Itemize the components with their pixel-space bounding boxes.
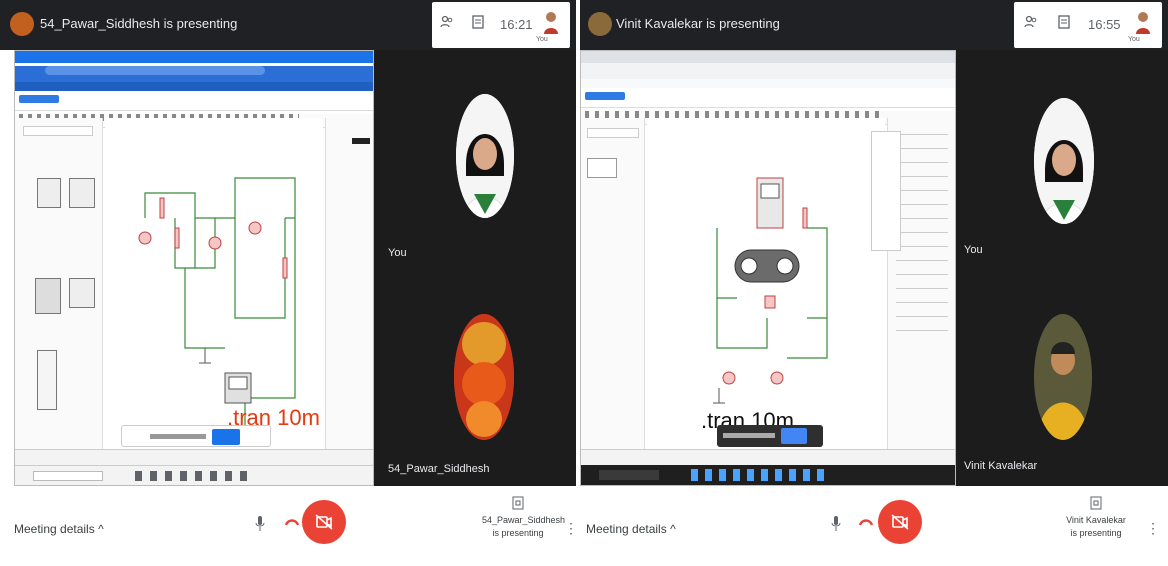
browser-address-bar (581, 63, 955, 79)
present-icon (512, 496, 524, 510)
presenting-indicator[interactable]: Vinit Kavalekar is presenting (1060, 496, 1132, 540)
top-controls: 16:55 You (1014, 2, 1162, 48)
diagram-canvas[interactable]: .tran 10m (105, 118, 323, 468)
meeting-details-label: Meeting details (14, 522, 95, 536)
presenter-title: 54_Pawar_Siddhesh is presenting (40, 16, 238, 31)
browser-tabs (15, 51, 373, 63)
self-avatar (1136, 12, 1150, 34)
tile-label-you: You (388, 247, 407, 259)
people-icon[interactable] (1024, 15, 1038, 32)
screenshot-root: 54_Pawar_Siddhesh is presenting 16:21 Yo… (0, 0, 1168, 566)
meet-window-right: Vinit Kavalekar is presenting 16:55 You (580, 0, 1168, 566)
camera-off-icon (891, 514, 909, 530)
participant-tiles: You 54_Pawar_Siddhesh (374, 50, 576, 486)
presenter-avatar (10, 12, 34, 36)
presenting-suffix: is presenting (492, 528, 544, 538)
chat-icon[interactable] (472, 15, 484, 32)
mic-icon (831, 516, 841, 531)
bottom-bar: Meeting details ^ Vinit Kavalekar is pre… (580, 486, 1168, 566)
shapes-panel (581, 118, 645, 468)
presenting-name: 54_Pawar_Siddhesh (482, 515, 566, 525)
browser-tabs (581, 51, 955, 63)
hangup-icon (859, 519, 873, 526)
presenter-avatar (588, 12, 612, 36)
presenting-indicator[interactable]: 54_Pawar_Siddhesh is presenting (482, 496, 566, 540)
meeting-details-button[interactable]: Meeting details ^ (14, 522, 104, 536)
participant-siddhesh-avatar (454, 314, 514, 440)
page-tabs (15, 449, 373, 465)
clock-time: 16:55 (1088, 17, 1121, 32)
camera-off-button[interactable] (878, 500, 922, 544)
top-bar: Vinit Kavalekar is presenting 16:55 You (580, 0, 1168, 50)
shared-screen: .tran 10m (14, 50, 374, 486)
hangup-icon (285, 519, 299, 526)
participant-you-video (456, 94, 514, 218)
diagram-canvas[interactable]: .tran 10m (647, 118, 885, 468)
windows-taskbar (15, 465, 373, 485)
presenting-suffix: is presenting (1070, 528, 1122, 538)
chevron-up-icon: ^ (98, 522, 104, 536)
stop-sharing-button[interactable] (781, 428, 807, 444)
presenter-title: Vinit Kavalekar is presenting (616, 16, 780, 31)
camera-off-button[interactable] (302, 500, 346, 544)
meet-window-left: 54_Pawar_Siddhesh is presenting 16:21 Yo… (0, 0, 576, 566)
tile-label-other: 54_Pawar_Siddhesh (388, 463, 490, 475)
self-label: You (536, 36, 548, 43)
present-icon (1090, 496, 1102, 510)
participant-tiles: You Vinit Kavalekar (956, 50, 1168, 486)
format-panel (325, 118, 373, 468)
mic-icon (255, 516, 265, 531)
tile-label-you: You (964, 244, 983, 256)
meeting-details-button[interactable]: Meeting details ^ (586, 522, 676, 536)
screen-share-notice (121, 425, 271, 447)
top-bar: 54_Pawar_Siddhesh is presenting 16:21 Yo… (0, 0, 576, 50)
shapes-panel (15, 118, 103, 468)
bottom-bar: Meeting details ^ 54_Pawar_Siddhesh is p… (0, 486, 576, 566)
app-menubar (15, 95, 373, 111)
participant-vinit-video (1034, 314, 1092, 440)
shared-screen: .tran 10m (580, 50, 956, 486)
bookmarks-bar (15, 82, 373, 91)
clock-time: 16:21 (500, 17, 533, 32)
windows-taskbar (581, 465, 955, 485)
people-icon[interactable] (440, 15, 454, 32)
browser-address-bar (15, 66, 373, 82)
self-avatar (544, 12, 558, 34)
bookmarks-bar (581, 79, 955, 88)
tile-label-other: Vinit Kavalekar (964, 460, 1038, 472)
app-menubar (581, 92, 955, 108)
screen-share-notice (717, 425, 823, 447)
more-icon[interactable]: ⋮ (564, 520, 576, 537)
self-label: You (1128, 36, 1140, 43)
presenting-name: Vinit Kavalekar (1066, 515, 1126, 525)
meeting-details-label: Meeting details (586, 522, 667, 536)
page-tabs (581, 449, 955, 465)
participant-you-video (1034, 98, 1094, 224)
camera-off-icon (315, 514, 333, 530)
stop-sharing-button[interactable] (212, 429, 240, 445)
chat-icon[interactable] (1058, 15, 1070, 32)
chevron-up-icon: ^ (670, 522, 676, 536)
top-controls: 16:21 You (432, 2, 570, 48)
shape-picker-popup (871, 131, 901, 251)
more-icon[interactable]: ⋮ (1146, 520, 1160, 537)
